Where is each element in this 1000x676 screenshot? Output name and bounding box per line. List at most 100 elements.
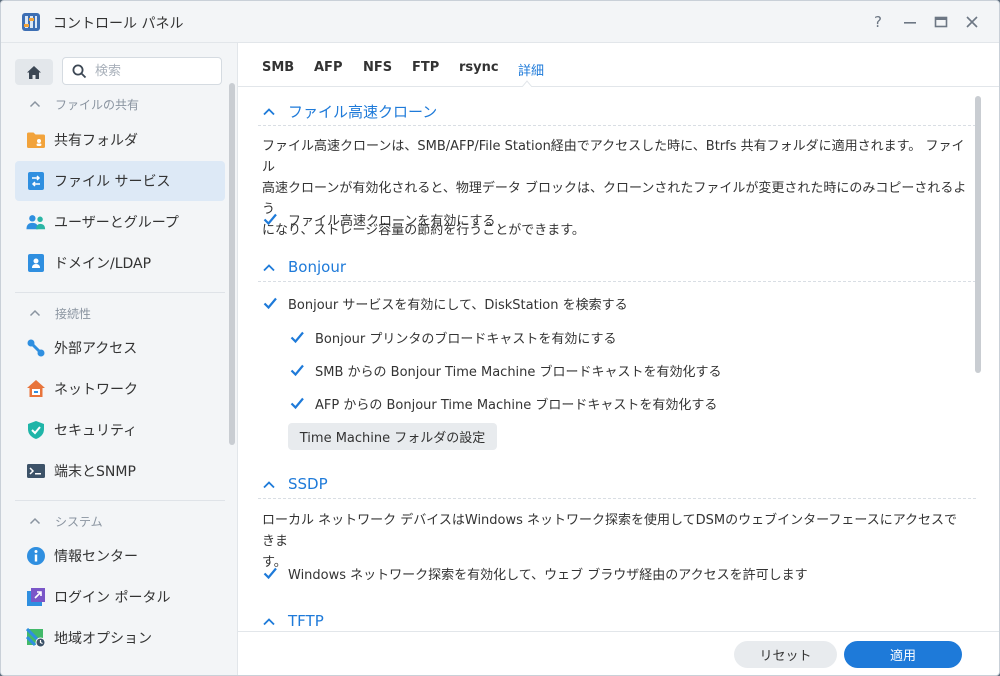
tab-advanced[interactable]: 詳細 xyxy=(518,60,544,79)
group-title-label: 接続性 xyxy=(55,306,92,321)
chevron-up-icon xyxy=(262,617,276,626)
checkbox-label: SMB からの Bonjour Time Machine ブロードキャストを有効… xyxy=(315,364,722,380)
sidebar-item-label: ファイル サービス xyxy=(54,174,171,190)
chevron-up-icon xyxy=(262,480,276,489)
sidebar-item-login-portal[interactable]: ログイン ポータル xyxy=(15,577,225,617)
sidebar-item-security[interactable]: セキュリティ xyxy=(15,410,225,450)
section-divider xyxy=(258,125,976,126)
sidebar-item-users-groups[interactable]: ユーザーとグループ xyxy=(15,202,225,242)
sidebar-item-file-services[interactable]: ファイル サービス xyxy=(15,161,225,201)
smb-time-machine-checkbox[interactable]: SMB からの Bonjour Time Machine ブロードキャストを有効… xyxy=(289,360,722,380)
chevron-up-icon xyxy=(262,263,276,272)
fast-clone-checkbox[interactable]: ファイル高速クローンを有効にする xyxy=(262,209,495,229)
sidebar-item-network[interactable]: ネットワーク xyxy=(15,369,225,409)
afp-time-machine-checkbox[interactable]: AFP からの Bonjour Time Machine ブロードキャストを有効… xyxy=(289,393,717,413)
apply-button[interactable]: 適用 xyxy=(844,641,962,668)
section-header-tftp[interactable]: TFTP xyxy=(262,609,324,631)
section-title: ファイル高速クローン xyxy=(288,102,438,121)
regional-options-icon xyxy=(26,628,46,648)
chevron-up-icon xyxy=(29,309,41,317)
section-header-ssdp[interactable]: SSDP xyxy=(262,472,328,496)
sidebar-item-shared-folder[interactable]: 共有フォルダ xyxy=(15,120,225,160)
time-machine-folder-settings-button[interactable]: Time Machine フォルダの設定 xyxy=(288,423,497,450)
group-title-connectivity[interactable]: 接続性 xyxy=(29,303,91,323)
content-scrollbar[interactable] xyxy=(975,96,981,373)
sidebar-item-label: ログイン ポータル xyxy=(54,590,171,606)
bonjour-service-checkbox[interactable]: Bonjour サービスを有効にして、DiskStation を検索する xyxy=(262,293,628,313)
checkbox-label: Windows ネットワーク探索を有効化して、ウェブ ブラウザ経由のアクセスを許… xyxy=(288,567,808,583)
section-divider xyxy=(258,498,976,499)
search-box[interactable] xyxy=(62,57,222,85)
tab-bar: SMB AFP NFS FTP rsync 詳細 xyxy=(238,43,999,87)
chevron-up-icon xyxy=(29,100,41,108)
tab-smb[interactable]: SMB xyxy=(262,60,294,75)
checkbox-checked-icon xyxy=(289,329,305,345)
sidebar-item-terminal-snmp[interactable]: 端末とSNMP xyxy=(15,451,225,491)
sidebar-item-label: ネットワーク xyxy=(54,382,138,398)
external-access-icon xyxy=(26,338,46,358)
sidebar-item-label: 情報センター xyxy=(54,549,138,565)
control-panel-window: コントロール パネル ? ファイルの共有 xyxy=(0,0,1000,676)
checkbox-checked-icon xyxy=(289,362,305,378)
windows-discovery-checkbox[interactable]: Windows ネットワーク探索を有効化して、ウェブ ブラウザ経由のアクセスを許… xyxy=(262,563,808,583)
shared-folder-icon xyxy=(26,130,46,150)
desc-line: ファイル高速クローンは、SMB/AFP/File Station経由でアクセスし… xyxy=(262,139,965,175)
sidebar-scrollbar[interactable] xyxy=(229,83,235,445)
tab-ftp[interactable]: FTP xyxy=(412,60,439,75)
sidebar-item-label: 共有フォルダ xyxy=(54,133,138,149)
group-title-label: システム xyxy=(55,514,103,529)
security-shield-icon xyxy=(26,420,46,440)
maximize-button[interactable] xyxy=(930,11,952,33)
group-title-label: ファイルの共有 xyxy=(55,97,140,112)
section-title: TFTP xyxy=(288,612,324,630)
minimize-icon xyxy=(904,22,916,24)
sidebar-item-domain-ldap[interactable]: ドメイン/LDAP xyxy=(15,243,225,283)
section-title: Bonjour xyxy=(288,258,346,276)
sidebar-item-label: ユーザーとグループ xyxy=(54,215,179,231)
footer-bar: リセット 適用 xyxy=(238,631,999,675)
section-header-bonjour[interactable]: Bonjour xyxy=(262,255,346,279)
bonjour-printer-checkbox[interactable]: Bonjour プリンタのブロードキャストを有効にする xyxy=(289,327,617,347)
minimize-button[interactable] xyxy=(899,11,921,33)
chevron-up-icon xyxy=(29,517,41,525)
sidebar-divider xyxy=(15,500,225,501)
chevron-up-icon xyxy=(262,107,276,116)
login-portal-icon xyxy=(26,587,46,607)
checkbox-label: AFP からの Bonjour Time Machine ブロードキャストを有効… xyxy=(315,397,718,413)
content-pane: ファイル高速クローン ファイル高速クローンは、SMB/AFP/File Stat… xyxy=(238,87,999,631)
close-button[interactable] xyxy=(961,11,983,33)
domain-ldap-icon xyxy=(26,253,46,273)
title-bar: コントロール パネル ? xyxy=(1,1,999,43)
sidebar: ファイルの共有 共有フォルダ ファイル サービス ユーザーとグループ ドメイン/… xyxy=(1,43,238,675)
tab-afp[interactable]: AFP xyxy=(314,60,342,75)
checkbox-checked-icon xyxy=(262,211,278,227)
sidebar-item-label: 端末とSNMP xyxy=(54,464,136,480)
sidebar-item-info-center[interactable]: 情報センター xyxy=(15,536,225,576)
sidebar-item-label: ドメイン/LDAP xyxy=(54,256,152,272)
sidebar-item-regional-options[interactable]: 地域オプション xyxy=(15,618,225,658)
group-title-system[interactable]: システム xyxy=(29,511,103,531)
help-button[interactable]: ? xyxy=(867,11,889,33)
tab-rsync[interactable]: rsync xyxy=(459,60,499,75)
sidebar-item-external-access[interactable]: 外部アクセス xyxy=(15,328,225,368)
home-icon xyxy=(27,65,41,79)
group-title-file-sharing[interactable]: ファイルの共有 xyxy=(29,94,139,114)
checkbox-checked-icon xyxy=(289,395,305,411)
checkbox-label: Bonjour プリンタのブロードキャストを有効にする xyxy=(315,331,617,347)
section-divider xyxy=(258,281,976,282)
file-services-icon xyxy=(26,171,46,191)
users-groups-icon xyxy=(26,212,46,232)
section-header-fast-clone[interactable]: ファイル高速クローン xyxy=(262,99,437,123)
checkbox-label: ファイル高速クローンを有効にする xyxy=(288,213,496,229)
sidebar-item-label: 外部アクセス xyxy=(54,341,138,357)
checkbox-label: Bonjour サービスを有効にして、DiskStation を検索する xyxy=(288,297,628,313)
checkbox-checked-icon xyxy=(262,565,278,581)
tab-nfs[interactable]: NFS xyxy=(363,60,392,75)
home-button[interactable] xyxy=(15,59,53,85)
sidebar-divider xyxy=(15,292,225,293)
search-input[interactable] xyxy=(95,62,215,80)
active-tab-caret-icon xyxy=(522,80,532,87)
terminal-icon xyxy=(26,461,46,481)
maximize-icon xyxy=(934,16,948,28)
reset-button[interactable]: リセット xyxy=(734,641,837,668)
